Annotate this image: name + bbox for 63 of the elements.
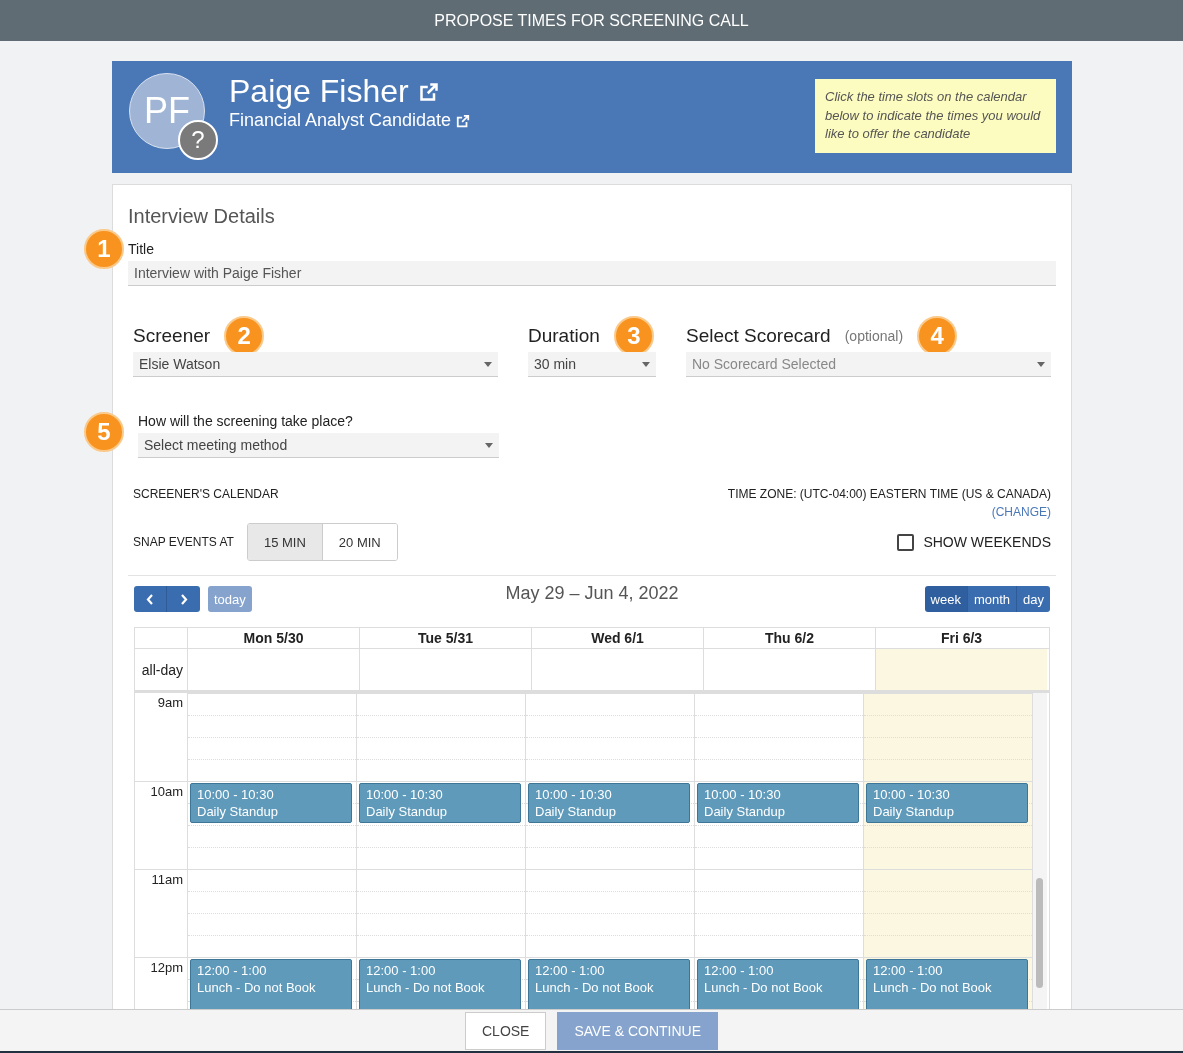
hour-label: 9am (156, 694, 184, 712)
calendar-event[interactable]: 12:00 - 1:00 Lunch - Do not Book (697, 959, 859, 1009)
day-header: Tue 5/31 (359, 628, 531, 648)
view-tab[interactable]: week (924, 586, 968, 612)
view-tab[interactable]: month (967, 586, 1018, 612)
day-header: Fri 6/3 (875, 628, 1047, 648)
save-button[interactable]: SAVE & CONTINUE (557, 1011, 718, 1050)
day-header: Thu 6/2 (703, 628, 875, 648)
instruction-note: Click the time slots on the calendar below to indicate the times you would like to offer the candidate (815, 79, 1056, 153)
step-marker: 1 (84, 229, 124, 269)
dialog-title: PROPOSE TIMES FOR SCREENING CALL (0, 0, 1183, 41)
status-badge: ? (178, 120, 218, 160)
day-header: Wed 6/1 (531, 628, 703, 648)
caret-icon (485, 442, 493, 448)
field-label: Title (128, 241, 155, 257)
external-link-icon (418, 81, 439, 102)
calendar-event[interactable]: 12:00 - 1:00 Lunch - Do not Book (866, 959, 1028, 1009)
calendar-event[interactable]: 12:00 - 1:00 Lunch - Do not Book (528, 959, 690, 1009)
snap-option[interactable]: 15 MIN (247, 524, 322, 560)
calendar-event[interactable]: 10:00 - 10:30 Daily Standup (866, 783, 1028, 823)
caret-icon (642, 361, 650, 367)
section-heading: Interview Details (128, 205, 276, 228)
all-day-cell[interactable] (875, 649, 1047, 690)
select-field[interactable]: Select meeting method (138, 433, 499, 458)
calendar-heading: SCREENER'S CALENDAR (133, 487, 279, 503)
checkbox[interactable] (897, 533, 915, 551)
change-link[interactable]: (CHANGE) (991, 505, 1051, 519)
time-zone-label: TIME ZONE: (UTC-04:00) EASTERN TIME (US & CANADA) (727, 487, 1051, 501)
field-label: Select Scorecard (686, 325, 831, 347)
candidate-name[interactable]: Paige Fisher (229, 73, 409, 110)
chevron-right-icon (179, 593, 188, 605)
field-label: Duration (528, 325, 600, 347)
calendar-event[interactable]: 10:00 - 10:30 Daily Standup (359, 783, 521, 823)
snap-label: SNAP EVENTS AT (133, 535, 234, 549)
caret-icon (1037, 361, 1045, 367)
title-field[interactable]: Interview with Paige Fisher (128, 261, 1056, 286)
close-button[interactable]: CLOSE (465, 1011, 547, 1050)
select-field[interactable]: No Scorecard Selected (686, 352, 1051, 377)
today-button[interactable]: today (208, 586, 252, 612)
calendar-event[interactable]: 10:00 - 10:30 Daily Standup (190, 783, 352, 823)
snap-option[interactable]: 20 MIN (321, 524, 397, 560)
select-field[interactable]: Elsie Watson (133, 352, 498, 377)
view-tab[interactable]: day (1017, 586, 1050, 612)
candidate-role[interactable]: Financial Analyst Candidate (229, 110, 452, 131)
external-link-icon (456, 113, 471, 128)
calendar-event[interactable]: 10:00 - 10:30 Daily Standup (697, 783, 859, 823)
chevron-left-icon (146, 593, 154, 605)
all-day-label: all-day (140, 660, 184, 680)
scrollbar[interactable] (1032, 693, 1047, 1009)
step-marker: 5 (84, 412, 124, 452)
checkbox-label: SHOW WEEKENDS (923, 534, 1051, 550)
day-header: Mon 5/30 (187, 628, 359, 648)
calendar-event[interactable]: 10:00 - 10:30 Daily Standup (528, 783, 690, 823)
select-field[interactable]: 30 min (528, 352, 656, 377)
calendar-event[interactable]: 12:00 - 1:00 Lunch - Do not Book (359, 959, 521, 1009)
date-range: May 29 – Jun 4, 2022 (505, 583, 679, 604)
previous-button[interactable] (134, 586, 167, 612)
field-label: How will the screening take place? (138, 413, 354, 429)
field-label: Screener (133, 325, 211, 347)
optional-note: (optional) (844, 328, 904, 344)
calendar-event[interactable]: 12:00 - 1:00 Lunch - Do not Book (190, 959, 352, 1009)
caret-icon (484, 361, 492, 367)
next-button[interactable] (167, 586, 200, 612)
